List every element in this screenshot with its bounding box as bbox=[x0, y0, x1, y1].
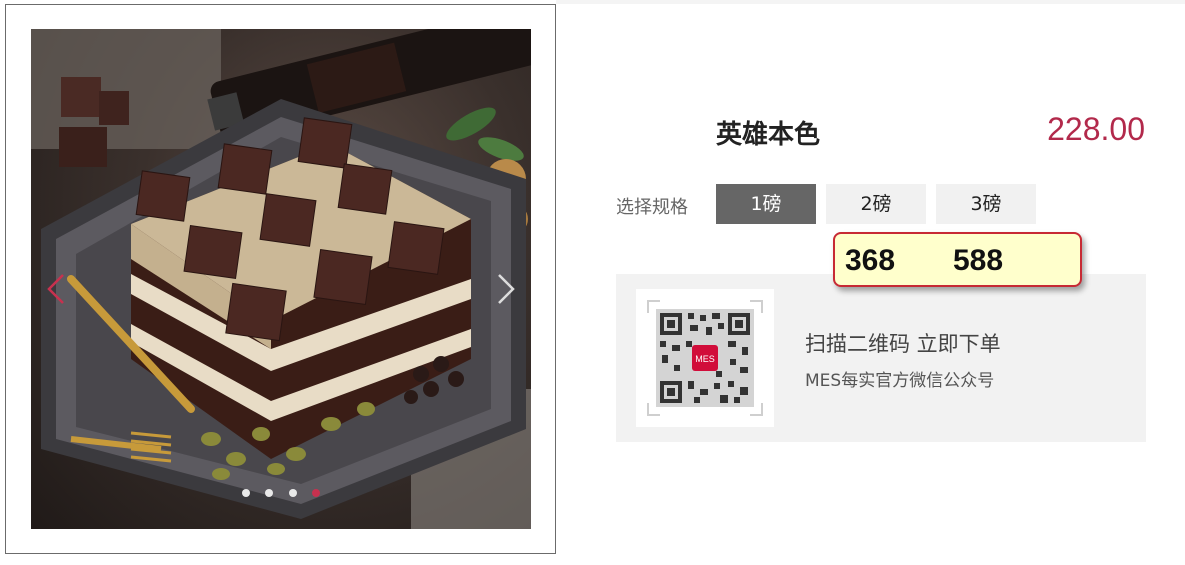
tooltip-value-3lb: 588 bbox=[953, 244, 1004, 277]
qr-badge-text: MES bbox=[695, 354, 715, 364]
chevron-right-icon bbox=[498, 274, 515, 304]
carousel-dot[interactable] bbox=[242, 489, 251, 497]
qr-caption: 扫描二维码 立即下单 bbox=[805, 332, 1001, 356]
spec-option-2lb[interactable]: 2磅 bbox=[826, 184, 926, 224]
carousel-dots bbox=[31, 482, 531, 501]
top-strip bbox=[556, 0, 1185, 4]
chevron-left-icon bbox=[47, 274, 64, 304]
carousel-dot[interactable] bbox=[265, 489, 274, 497]
product-price: 228.00 bbox=[1047, 111, 1145, 147]
qr-subcaption: MES每实官方微信公众号 bbox=[805, 371, 995, 391]
qr-code-graphic: MES bbox=[647, 300, 763, 416]
product-gallery bbox=[5, 4, 556, 554]
carousel-dot-active[interactable] bbox=[311, 489, 320, 497]
carousel-prev-button[interactable] bbox=[39, 269, 79, 309]
carousel-dot[interactable] bbox=[288, 489, 297, 497]
carousel-next-button[interactable] bbox=[483, 269, 523, 309]
spec-option-3lb[interactable]: 3磅 bbox=[936, 184, 1036, 224]
tooltip-value-2lb: 368 bbox=[845, 244, 896, 277]
product-title: 英雄本色 bbox=[716, 120, 821, 150]
qr-panel: MES 扫描二维码 立即下单 MES每实官方微信公众号 bbox=[616, 274, 1146, 442]
spec-option-1lb[interactable]: 1磅 bbox=[716, 184, 816, 224]
product-photo bbox=[31, 29, 531, 529]
price-tooltip: 368 588 bbox=[833, 232, 1082, 287]
spec-label: 选择规格 bbox=[616, 197, 688, 218]
qr-code: MES bbox=[636, 289, 774, 427]
cake-illustration bbox=[31, 29, 531, 529]
